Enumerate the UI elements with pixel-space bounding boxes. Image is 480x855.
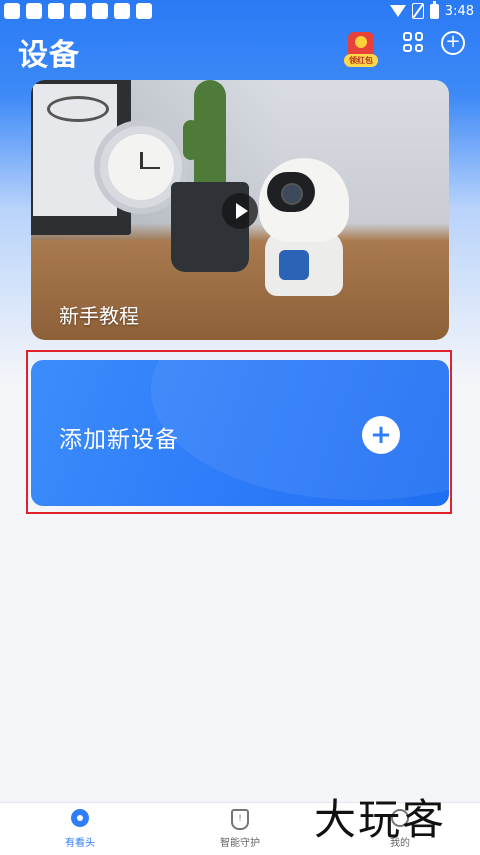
tutorial-video-card[interactable]: 新手教程 — [31, 80, 449, 340]
tutorial-label: 新手教程 — [59, 304, 139, 328]
notification-icon — [114, 3, 130, 19]
shield-icon: ! — [231, 809, 249, 830]
scene-security-camera — [259, 158, 349, 298]
notification-icon — [4, 3, 20, 19]
no-sim-icon — [411, 3, 424, 19]
notification-icon — [26, 3, 42, 19]
nav-label-smart-guard: 智能守护 — [220, 838, 260, 849]
notification-icon — [136, 3, 152, 19]
camera-logo-icon — [279, 250, 309, 280]
red-packet-button[interactable]: 领红包 — [344, 32, 378, 68]
notification-icon — [48, 3, 64, 19]
watermark-logo: 大玩客 — [314, 795, 447, 844]
red-packet-label: 领红包 — [344, 54, 378, 67]
highlight-annotation-box — [26, 350, 452, 514]
status-indicators: 3:48 — [389, 0, 474, 19]
notification-icon — [92, 3, 108, 19]
home-camera-icon — [71, 809, 89, 827]
status-time: 3:48 — [444, 3, 474, 19]
nav-item-home[interactable]: 有看头 — [30, 809, 130, 849]
battery-icon — [429, 0, 439, 19]
nav-label-home: 有看头 — [65, 838, 95, 849]
wifi-icon — [389, 5, 406, 17]
status-bar: 3:48 — [0, 0, 480, 24]
play-icon[interactable] — [222, 193, 258, 229]
notification-icons — [4, 3, 152, 19]
add-circle-icon[interactable]: + — [441, 31, 465, 55]
coin-icon — [355, 36, 367, 48]
scene-cactus — [194, 80, 226, 192]
notification-icon — [70, 3, 86, 19]
nav-item-smart-guard[interactable]: ! 智能守护 — [190, 809, 290, 849]
grid-view-icon[interactable] — [403, 32, 423, 52]
page-title: 设备 — [18, 38, 80, 73]
